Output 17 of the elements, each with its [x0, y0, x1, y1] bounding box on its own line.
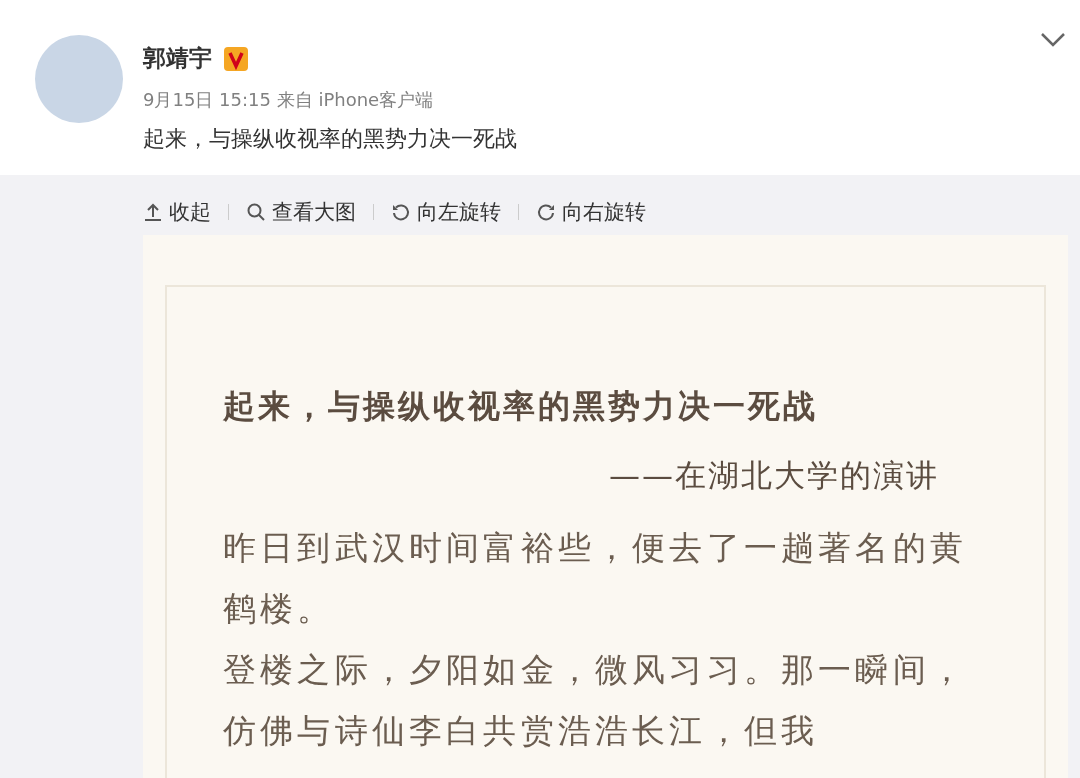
- rotate-right-icon: [536, 202, 556, 222]
- search-icon: [246, 202, 266, 222]
- image-card[interactable]: 起来，与操纵收视率的黑势力决一死战 ——在湖北大学的演讲 昨日到武汉时间富裕些，便去了一趟著名的黄鹤楼。 登楼之际，夕阳如金，微风习习。那一瞬间，仿佛与诗仙李白共赏浩浩长江，但我: [143, 235, 1068, 778]
- author-name[interactable]: 郭靖宇: [143, 43, 212, 74]
- post-meta: 9月15日 15:15 来自 iPhone客户端: [143, 88, 435, 112]
- toolbar-button[interactable]: 向左旋转: [391, 198, 501, 226]
- document-paragraph: 昨日到武汉时间富裕些，便去了一趟著名的黄鹤楼。: [223, 527, 968, 630]
- post-text: 起来，与操纵收视率的黑势力决一死战: [143, 125, 517, 153]
- toolbar-button[interactable]: 查看大图: [246, 198, 356, 226]
- upload-icon: [143, 202, 163, 222]
- chevron-down-icon[interactable]: [1040, 32, 1066, 48]
- document-title: 起来，与操纵收视率的黑势力决一死战: [223, 386, 819, 427]
- document-paragraph: 登楼之际，夕阳如金，微风习习。那一瞬间，仿佛与诗仙李白共赏浩浩长江，但我: [223, 649, 968, 752]
- toolbar-button[interactable]: 收起: [143, 198, 211, 226]
- rotate-left-icon: [391, 202, 411, 222]
- toolbar-button[interactable]: 向右旋转: [536, 198, 646, 226]
- document-subtitle: ——在湖北大学的演讲: [608, 456, 939, 495]
